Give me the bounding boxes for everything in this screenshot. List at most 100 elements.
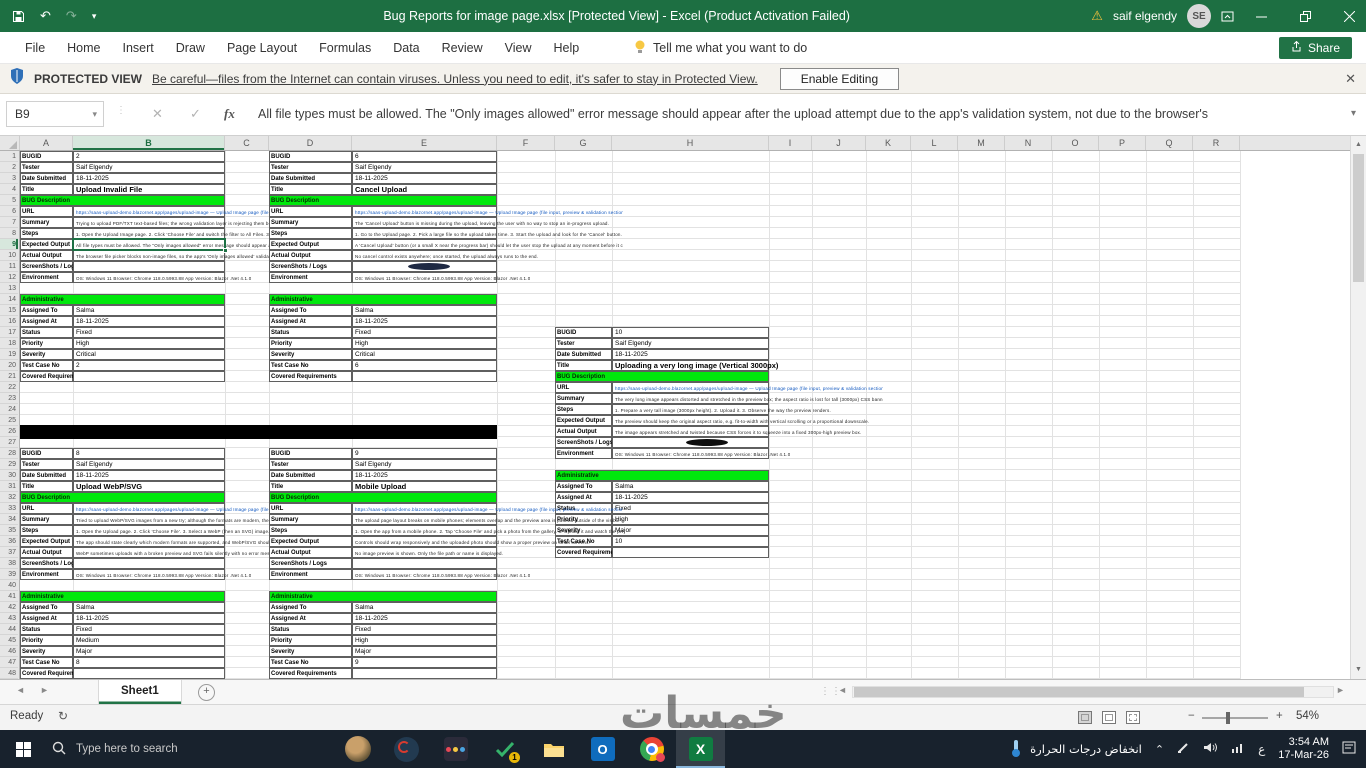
minimize-button[interactable] <box>1244 0 1278 32</box>
cell-B19[interactable]: Critical <box>73 349 225 360</box>
accessibility-checker-icon[interactable]: ↻ <box>58 709 68 723</box>
cell-H35[interactable]: Major <box>612 525 769 536</box>
cell-B37[interactable]: WebP sometimes uploads with a broken pre… <box>73 547 322 558</box>
cell-E39[interactable]: OS: Windows 11 Browser: Chrome 118.0.599… <box>352 569 530 580</box>
outlook-icon[interactable]: O <box>578 730 627 768</box>
cell-G21[interactable]: BUG Description <box>555 371 769 382</box>
cell-E2[interactable]: Saif Elgendy <box>352 162 497 173</box>
todo-check-app-icon[interactable]: 1 <box>480 730 529 768</box>
speaker-icon[interactable] <box>1203 741 1218 757</box>
cell-A16[interactable]: Assigned At <box>20 316 73 327</box>
ribbon-tab-review[interactable]: Review <box>431 32 494 64</box>
cell-H31[interactable]: Salma <box>612 481 769 492</box>
column-header-K[interactable]: K <box>866 136 911 150</box>
ribbon-tab-help[interactable]: Help <box>543 32 591 64</box>
ribbon-display-options-icon[interactable] <box>1221 10 1234 23</box>
column-header-F[interactable]: F <box>497 136 555 150</box>
cell-H17[interactable]: 10 <box>612 327 769 338</box>
cell-E8[interactable]: 1. Go to the Upload page. 2. Pick a larg… <box>352 228 622 239</box>
quick-access-dropdown-icon[interactable]: ▾ <box>92 11 97 22</box>
cell-H18[interactable]: Saif Elgendy <box>612 338 769 349</box>
tell-me-box[interactable]: Tell me what you want to do <box>634 32 807 64</box>
taskbar-clock[interactable]: 3:54 AM 17-Mar-26 <box>1278 736 1329 762</box>
cell-A39[interactable]: Environment <box>20 569 73 580</box>
sheet-tab-sheet1[interactable]: Sheet1 <box>98 680 182 704</box>
cell-G30[interactable]: Administrative <box>555 470 769 481</box>
formula-bar-expand-icon[interactable]: ▾ <box>1351 108 1356 119</box>
cell-D1[interactable]: BUGID <box>269 151 352 162</box>
close-button[interactable] <box>1332 0 1366 32</box>
cell-D6[interactable]: URL <box>269 206 352 217</box>
cell-G27[interactable]: ScreenShots / Logs <box>555 437 613 448</box>
undo-icon[interactable]: ↶ <box>40 8 51 24</box>
column-header-A[interactable]: A <box>20 136 73 150</box>
cell-D5[interactable]: BUG Description <box>269 195 497 206</box>
select-all-corner[interactable] <box>0 136 20 150</box>
cell-A36[interactable]: Expected Output <box>20 536 73 547</box>
cell-G37[interactable]: Covered Requirements <box>555 547 623 558</box>
cell-G23[interactable]: Summary <box>555 393 612 404</box>
cell-D4[interactable]: Title <box>269 184 352 195</box>
cell-A35[interactable]: Steps <box>20 525 73 536</box>
add-sheet-button[interactable]: + <box>198 684 215 701</box>
page-layout-view-button[interactable] <box>1102 711 1116 724</box>
user-name[interactable]: saif elgendy <box>1113 9 1177 23</box>
zoom-out-button[interactable]: − <box>1188 710 1195 722</box>
cell-A37[interactable]: Actual Output <box>20 547 73 558</box>
cell-B28[interactable]: 8 <box>73 448 225 459</box>
column-header-P[interactable]: P <box>1099 136 1146 150</box>
action-center-icon[interactable] <box>1342 741 1356 757</box>
cell-H22[interactable]: https://saas-upload-demo.blazornet.app/p… <box>612 382 883 393</box>
circular-photo-app-icon[interactable] <box>333 730 382 768</box>
ribbon-tab-data[interactable]: Data <box>382 32 430 64</box>
cell-A2[interactable]: Tester <box>20 162 73 173</box>
cell-B7[interactable]: Trying to upload PDF/TXT text-based file… <box>73 217 344 228</box>
cell-D45[interactable]: Priority <box>269 635 352 646</box>
cell-E16[interactable]: 18-11-2025 <box>352 316 497 327</box>
cell-H25[interactable]: The preview should keep the original asp… <box>612 415 869 426</box>
cell-E15[interactable]: Salma <box>352 305 497 316</box>
cell-E43[interactable]: 18-11-2025 <box>352 613 497 624</box>
zoom-slider-thumb[interactable] <box>1226 712 1230 724</box>
page-break-view-button[interactable] <box>1126 711 1140 724</box>
cell-H23[interactable]: The very long image appears distorted an… <box>612 393 883 404</box>
cell-E31[interactable]: Mobile Upload <box>352 481 497 492</box>
cell-D35[interactable]: Steps <box>269 525 352 536</box>
cell-D12[interactable]: Environment <box>269 272 352 283</box>
hscroll-right-icon[interactable]: ► <box>1336 685 1345 695</box>
cell-G28[interactable]: Environment <box>555 448 612 459</box>
cell-D18[interactable]: Priority <box>269 338 352 349</box>
cell-B20[interactable]: 2 <box>73 360 225 371</box>
cell-B11[interactable] <box>73 261 225 272</box>
cell-D2[interactable]: Tester <box>269 162 352 173</box>
cell-D8[interactable]: Steps <box>269 228 352 239</box>
cell-A5[interactable]: BUG Description <box>20 195 225 206</box>
screenshot-thumbnail[interactable] <box>686 439 728 446</box>
save-icon[interactable] <box>12 10 25 23</box>
cell-H32[interactable]: 18-11-2025 <box>612 492 769 503</box>
ribbon-tab-formulas[interactable]: Formulas <box>308 32 382 64</box>
cell-B15[interactable]: Salma <box>73 305 225 316</box>
vertical-scrollbar[interactable]: ▲ ▼ <box>1350 136 1366 679</box>
cell-H26[interactable]: The image appears stretched and twisted … <box>612 426 861 437</box>
cell-B42[interactable]: Salma <box>73 602 225 613</box>
cell-E1[interactable]: 6 <box>352 151 497 162</box>
cell-B18[interactable]: High <box>73 338 225 349</box>
cell-E19[interactable]: Critical <box>352 349 497 360</box>
sheet-nav-left-icon[interactable]: ◄ <box>16 685 25 695</box>
cell-A20[interactable]: Test Case No <box>20 360 73 371</box>
cell-A1[interactable]: BUGID <box>20 151 73 162</box>
cell-B30[interactable]: 18-11-2025 <box>73 470 225 481</box>
cell-D29[interactable]: Tester <box>269 459 352 470</box>
ribbon-tab-home[interactable]: Home <box>56 32 111 64</box>
cell-D11[interactable]: ScreenShots / Logs <box>269 261 352 272</box>
cell-A28[interactable]: BUGID <box>20 448 73 459</box>
cell-A15[interactable]: Assigned To <box>20 305 73 316</box>
cell-B48[interactable] <box>73 668 225 679</box>
cell-E9[interactable]: A 'Cancel Upload' button (or a small X n… <box>352 239 623 250</box>
zoom-level[interactable]: 54% <box>1296 710 1319 722</box>
zoom-in-button[interactable]: + <box>1276 710 1283 722</box>
scroll-up-icon[interactable]: ▲ <box>1351 137 1366 152</box>
ribbon-tab-file[interactable]: File <box>14 32 56 64</box>
cell-B38[interactable] <box>73 558 225 569</box>
